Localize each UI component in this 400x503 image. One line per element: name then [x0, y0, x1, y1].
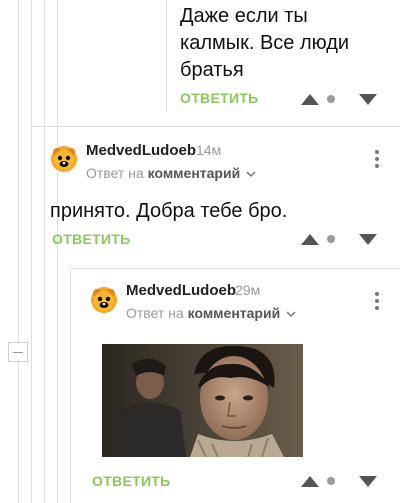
triangle-down-icon: [359, 233, 377, 245]
upvote-button[interactable]: [297, 226, 323, 252]
upvote-button[interactable]: [297, 468, 323, 494]
comment-text-line: Даже если ты: [180, 5, 308, 27]
bear-face-icon: [51, 146, 77, 172]
comment-divider: [32, 126, 400, 127]
downvote-button[interactable]: [355, 86, 381, 112]
comment-text-line: калмык. Все люди: [180, 32, 350, 54]
reply-to-link[interactable]: Ответ на комментарий: [86, 165, 256, 181]
reply-button[interactable]: ОТВЕТИТЬ: [180, 90, 259, 106]
comment-text-line: братья: [180, 59, 244, 81]
rating-indicator: [322, 230, 340, 248]
bear-face-icon: [91, 287, 117, 313]
reply-button[interactable]: ОТВЕТИТЬ: [52, 231, 131, 247]
reply-to-target: комментарий: [147, 165, 241, 181]
more-vertical-icon[interactable]: [367, 288, 387, 314]
triangle-down-icon: [359, 475, 377, 487]
gif-image[interactable]: [102, 344, 303, 457]
avatar[interactable]: [50, 145, 78, 173]
reply-to-prefix: Ответ на: [126, 305, 184, 321]
avatar[interactable]: [90, 286, 118, 314]
chevron-down-icon: [246, 171, 256, 177]
upvote-button[interactable]: [297, 86, 323, 112]
thread-line: [44, 0, 45, 503]
dot-icon: [327, 235, 335, 243]
reply-button[interactable]: ОТВЕТИТЬ: [92, 473, 171, 489]
reply-to-target: комментарий: [187, 305, 281, 321]
thread-line: [57, 0, 58, 503]
triangle-up-icon: [301, 475, 319, 487]
username[interactable]: MedvedLudoeb: [86, 142, 196, 159]
thread-line: [18, 0, 19, 503]
triangle-up-icon: [301, 93, 319, 105]
dot-icon: [327, 95, 335, 103]
reply-to-link[interactable]: Ответ на комментарий: [126, 305, 296, 321]
thread-line: [70, 270, 71, 503]
reply-to-prefix: Ответ на: [86, 165, 144, 181]
chevron-down-icon: [286, 311, 296, 317]
timestamp: 14м: [196, 142, 222, 158]
thread-line: [166, 0, 167, 112]
timestamp: 29м: [235, 282, 261, 298]
downvote-button[interactable]: [355, 468, 381, 494]
rating-indicator: [322, 472, 340, 490]
username[interactable]: MedvedLudoeb: [126, 282, 236, 299]
triangle-down-icon: [359, 93, 377, 105]
more-vertical-icon[interactable]: [367, 146, 387, 172]
collapse-thread-button[interactable]: [8, 342, 28, 362]
dot-icon: [327, 477, 335, 485]
downvote-button[interactable]: [355, 226, 381, 252]
comment-text: принято. Добра тебе бро.: [50, 200, 288, 222]
gif-frame: [102, 344, 303, 457]
triangle-up-icon: [301, 233, 319, 245]
thread-line: [31, 0, 32, 503]
rating-indicator: [322, 90, 340, 108]
comment-divider: [70, 268, 400, 269]
minus-icon: [13, 351, 23, 353]
